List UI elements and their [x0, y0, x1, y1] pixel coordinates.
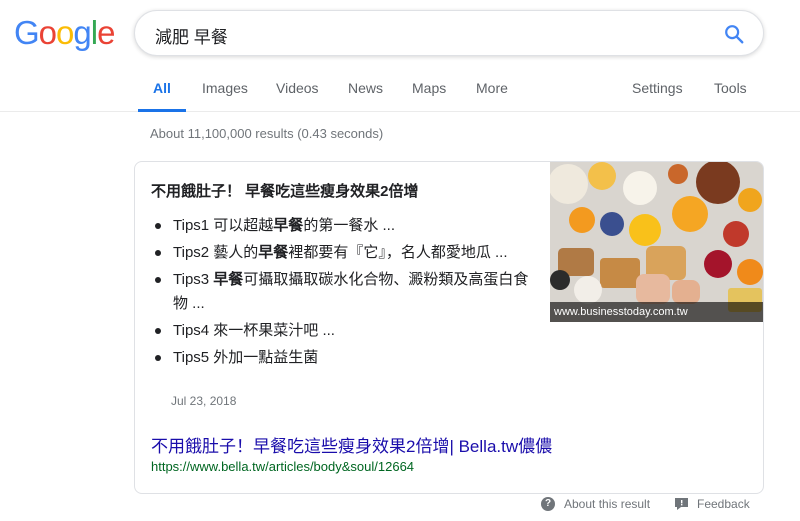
snippet-date: Jul 23, 2018 [171, 394, 237, 408]
list-item: Tips3 早餐可攝取攝取碳水化合物、澱粉類及高蛋白食物 ... [151, 268, 536, 316]
search-box[interactable]: 減肥 早餐 [134, 10, 764, 56]
active-tab-indicator [138, 109, 186, 112]
help-icon: ? [541, 497, 555, 511]
search-tabs: All Images Videos News Maps More Setting… [0, 64, 800, 112]
about-this-result-link[interactable]: ? About this result [541, 497, 650, 511]
list-item: Tips4 來一杯果菜汁吧 ... [151, 319, 536, 343]
tip-text: 的第一餐水 ... [303, 217, 395, 234]
tab-settings[interactable]: Settings [632, 80, 683, 96]
tip-text: Tips4 來一杯果菜汁吧 ... [173, 322, 335, 339]
snippet-title: 不用餓肚子！ 早餐吃這些瘦身效果2倍增 [151, 183, 419, 200]
search-icon[interactable] [723, 23, 745, 45]
logo-letter: g [73, 14, 91, 51]
tab-news[interactable]: News [348, 80, 383, 96]
breakfast-food-image [550, 162, 763, 322]
tip-text: 裡都要有『它』，名人都愛地瓜 ... [288, 244, 508, 261]
featured-snippet-card: 不用餓肚子！ 早餐吃這些瘦身效果2倍增 Tips1 可以超越早餐的第一餐水 ..… [134, 161, 764, 494]
tab-all[interactable]: All [153, 80, 171, 96]
logo-letter: e [97, 14, 115, 51]
result-title-link[interactable]: 不用餓肚子！早餐吃這些瘦身效果2倍增| Bella.tw儂儂 [151, 432, 552, 457]
tip-highlight: 早餐 [213, 271, 244, 288]
tab-maps[interactable]: Maps [412, 80, 446, 96]
tab-tools[interactable]: Tools [714, 80, 747, 96]
tab-more[interactable]: More [476, 80, 508, 96]
feedback-link[interactable]: Feedback [675, 497, 750, 511]
tab-images[interactable]: Images [202, 80, 248, 96]
tip-text: Tips2 藝人的 [173, 244, 259, 261]
logo-letter: o [38, 14, 57, 51]
list-item: Tips1 可以超越早餐的第一餐水 ... [151, 214, 536, 238]
tip-highlight: 早餐 [273, 217, 304, 234]
about-this-result-label: About this result [564, 497, 651, 511]
tips-list: Tips1 可以超越早餐的第一餐水 ... Tips2 藝人的早餐裡都要有『它』… [151, 214, 536, 373]
snippet-image[interactable]: www.businesstoday.com.tw [550, 162, 763, 322]
result-url: https://www.bella.tw/articles/body&soul/… [151, 459, 415, 474]
logo-letter: o [56, 14, 74, 51]
result-stats: About 11,100,000 results (0.43 seconds) [150, 126, 384, 141]
image-source-caption: www.businesstoday.com.tw [550, 302, 763, 322]
tip-highlight: 早餐 [258, 244, 289, 261]
tip-text: Tips5 外加一點益生菌 [173, 349, 319, 366]
logo-letter: G [14, 14, 40, 51]
list-item: Tips5 外加一點益生菌 [151, 346, 536, 370]
list-item: Tips2 藝人的早餐裡都要有『它』，名人都愛地瓜 ... [151, 241, 536, 265]
tab-videos[interactable]: Videos [276, 80, 319, 96]
tip-text: Tips3 [173, 271, 214, 288]
tip-text: Tips1 可以超越 [173, 217, 274, 234]
feedback-label: Feedback [697, 497, 750, 511]
feedback-icon [675, 498, 688, 510]
search-input[interactable]: 減肥 早餐 [155, 23, 228, 48]
google-logo[interactable]: Google [14, 14, 115, 52]
